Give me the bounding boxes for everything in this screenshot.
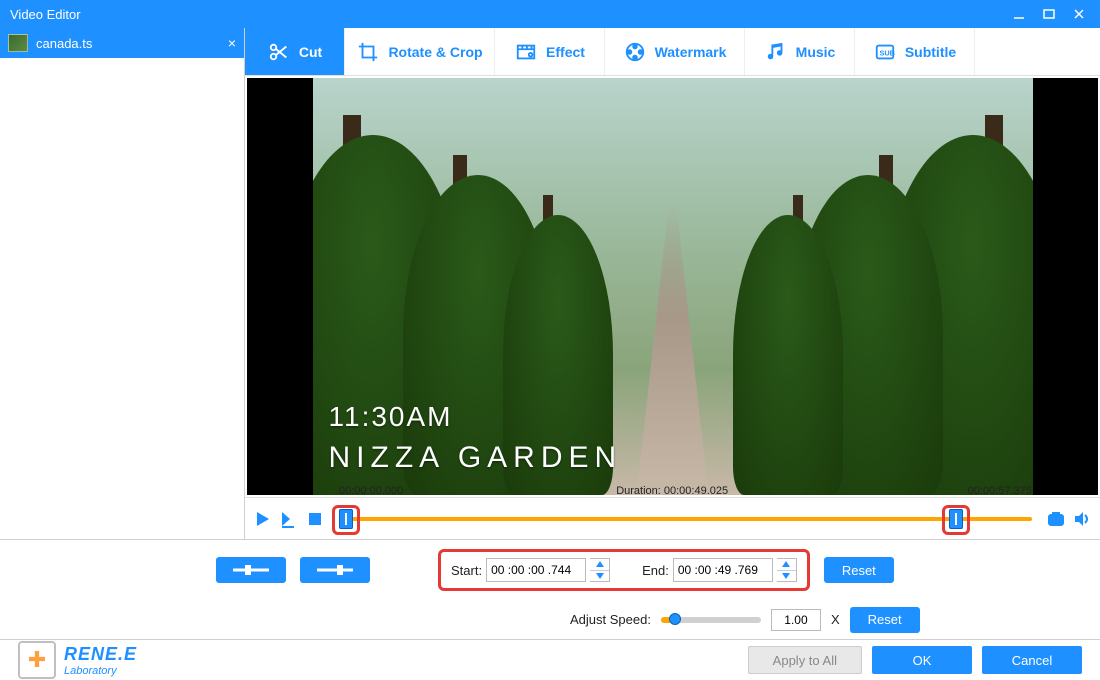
tab-label: Rotate & Crop xyxy=(388,44,482,60)
timeline-bar xyxy=(339,517,1032,521)
logo-name: RENE.E xyxy=(64,644,137,665)
end-time-spinner[interactable] xyxy=(777,558,797,582)
trim-start-handle[interactable] xyxy=(339,509,353,529)
mark-start-button[interactable] xyxy=(216,557,286,583)
crop-icon xyxy=(356,40,380,64)
scissors-icon xyxy=(267,40,291,64)
tab-effect[interactable]: Effect xyxy=(495,28,605,75)
file-thumbnail xyxy=(8,34,28,52)
end-label: End: xyxy=(642,563,669,578)
film-icon xyxy=(514,40,538,64)
speed-label: Adjust Speed: xyxy=(570,612,651,627)
timeline: 00:00:00.000 Duration: 00:00:49.025 00:0… xyxy=(245,497,1100,539)
video-preview[interactable]: 11:30AM NIZZA GARDEN xyxy=(247,78,1098,495)
window-title: Video Editor xyxy=(10,7,81,22)
start-time-spinner[interactable] xyxy=(590,558,610,582)
volume-button[interactable] xyxy=(1072,509,1092,529)
speed-suffix: X xyxy=(831,612,840,627)
maximize-button[interactable] xyxy=(1034,2,1064,26)
file-sidebar: canada.ts × xyxy=(0,28,245,539)
cancel-button[interactable]: Cancel xyxy=(982,646,1082,674)
step-button[interactable] xyxy=(279,509,299,529)
titlebar: Video Editor xyxy=(0,0,1100,28)
start-end-box: Start: End: xyxy=(438,549,810,591)
tab-label: Music xyxy=(796,44,836,60)
brand-logo: RENE.E Laboratory xyxy=(18,641,137,679)
spinner-down-icon[interactable] xyxy=(590,571,609,582)
reel-icon xyxy=(623,40,647,64)
speed-controls: Adjust Speed: X Reset xyxy=(0,600,1100,640)
reset-cut-button[interactable]: Reset xyxy=(824,557,894,583)
spinner-up-icon[interactable] xyxy=(590,559,609,571)
stop-button[interactable] xyxy=(305,509,325,529)
start-time-input[interactable] xyxy=(486,558,586,582)
tab-label: Cut xyxy=(299,44,322,60)
trim-end-handle[interactable] xyxy=(949,509,963,529)
file-name: canada.ts xyxy=(36,36,92,51)
spinner-up-icon[interactable] xyxy=(777,559,796,571)
video-frame: 11:30AM NIZZA GARDEN xyxy=(313,78,1033,495)
time-total-label: 00:00:57.375 xyxy=(968,485,1032,497)
tab-label: Effect xyxy=(546,44,585,60)
tool-tabs: Cut Rotate & Crop Effect Watermark xyxy=(245,28,1100,76)
overlay-location: NIZZA GARDEN xyxy=(329,441,623,475)
logo-sub: Laboratory xyxy=(64,665,137,677)
spinner-down-icon[interactable] xyxy=(777,571,796,582)
tab-watermark[interactable]: Watermark xyxy=(605,28,745,75)
file-close-icon[interactable]: × xyxy=(228,35,236,51)
tab-label: Watermark xyxy=(655,44,727,60)
file-tab[interactable]: canada.ts × xyxy=(0,28,244,58)
speed-value-input[interactable] xyxy=(771,609,821,631)
time-duration-label: Duration: 00:00:49.025 xyxy=(616,485,728,497)
tab-cut[interactable]: Cut xyxy=(245,28,345,75)
tab-label: Subtitle xyxy=(905,44,956,60)
speed-slider[interactable] xyxy=(661,617,761,623)
window-controls xyxy=(1004,2,1094,26)
close-button[interactable] xyxy=(1064,2,1094,26)
subtitle-icon: SUB xyxy=(873,40,897,64)
end-time-input[interactable] xyxy=(673,558,773,582)
music-icon xyxy=(764,40,788,64)
minimize-button[interactable] xyxy=(1004,2,1034,26)
apply-all-button[interactable]: Apply to All xyxy=(748,646,862,674)
reset-speed-button[interactable]: Reset xyxy=(850,607,920,633)
play-button[interactable] xyxy=(253,509,273,529)
timeline-track[interactable]: 00:00:00.000 Duration: 00:00:49.025 00:0… xyxy=(339,503,1032,535)
tab-rotate-crop[interactable]: Rotate & Crop xyxy=(345,28,495,75)
footer: RENE.E Laboratory Apply to All OK Cancel xyxy=(0,640,1100,680)
mark-end-button[interactable] xyxy=(300,557,370,583)
time-current-label: 00:00:00.000 xyxy=(339,485,403,497)
ok-button[interactable]: OK xyxy=(872,646,972,674)
start-label: Start: xyxy=(451,563,482,578)
snapshot-button[interactable] xyxy=(1046,509,1066,529)
tab-subtitle[interactable]: SUB Subtitle xyxy=(855,28,975,75)
cut-controls: Start: End: Reset xyxy=(0,540,1100,600)
overlay-time: 11:30AM xyxy=(329,401,623,433)
tab-music[interactable]: Music xyxy=(745,28,855,75)
logo-icon xyxy=(18,641,56,679)
svg-text:SUB: SUB xyxy=(879,48,894,57)
video-overlay-text: 11:30AM NIZZA GARDEN xyxy=(329,401,623,475)
